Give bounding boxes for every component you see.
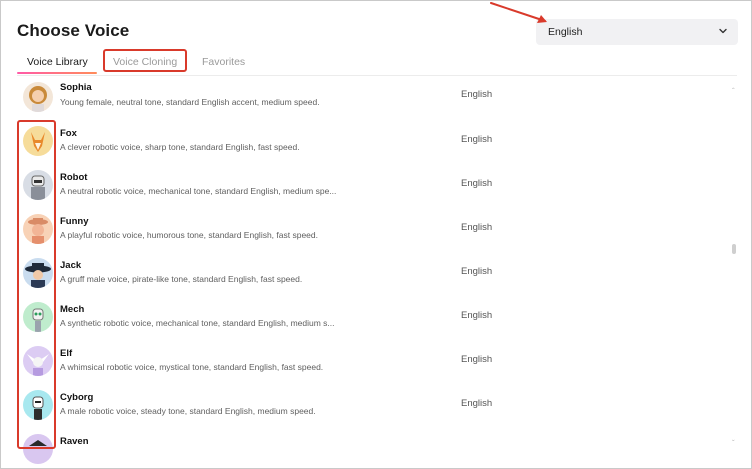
voice-description: A gruff male voice, pirate-like tone, st…: [60, 274, 303, 284]
voice-language: English: [461, 354, 493, 365]
voice-description: A male robotic voice, steady tone, stand…: [60, 406, 316, 416]
tab-voice-cloning[interactable]: Voice Cloning: [113, 56, 177, 68]
voice-description: A clever robotic voice, sharp tone, stan…: [60, 142, 300, 152]
voice-description: A neutral robotic voice, mechanical tone…: [60, 186, 337, 196]
mech-avatar-icon: [23, 302, 53, 332]
scroll-down-arrow-icon[interactable]: ˇ: [732, 439, 735, 448]
voice-name: Sophia: [60, 82, 92, 93]
cyborg-avatar-icon: [23, 390, 53, 420]
voice-row-cyborg[interactable]: Cyborg A male robotic voice, steady tone…: [1, 384, 731, 428]
chevron-down-icon: [718, 23, 728, 41]
scrollbar-thumb[interactable]: [732, 244, 736, 254]
scroll-up-arrow-icon[interactable]: ˆ: [732, 87, 735, 96]
voice-description: A playful robotic voice, humorous tone, …: [60, 230, 318, 240]
voice-language: English: [461, 134, 493, 145]
voice-tabs: Voice Library Voice Cloning Favorites: [17, 51, 737, 75]
voice-description: A whimsical robotic voice, mystical tone…: [60, 362, 324, 372]
voice-list: Sophia Young female, neutral tone, stand…: [1, 76, 737, 468]
voice-language: English: [461, 310, 493, 321]
voice-language: English: [461, 398, 493, 409]
voice-row-elf[interactable]: Elf A whimsical robotic voice, mystical …: [1, 340, 731, 384]
voice-name: Raven: [60, 436, 89, 447]
voice-row-robot[interactable]: Robot A neutral robotic voice, mechanica…: [1, 164, 731, 208]
fox-avatar-icon: [23, 126, 53, 156]
voice-name: Jack: [60, 260, 82, 271]
robot-avatar-icon: [23, 170, 53, 200]
voice-name: Robot: [60, 172, 88, 183]
voice-name: Elf: [60, 348, 73, 359]
raven-avatar-icon: [23, 434, 53, 464]
page-title: Choose Voice: [17, 21, 130, 40]
voice-language: English: [461, 89, 493, 100]
voice-language: English: [461, 266, 493, 277]
voice-name: Cyborg: [60, 392, 94, 403]
woman-avatar-icon: [23, 82, 53, 112]
funny-avatar-icon: [23, 214, 53, 244]
voice-name: Fox: [60, 128, 77, 139]
voice-description: A synthetic robotic voice, mechanical to…: [60, 318, 335, 328]
voice-row-fox[interactable]: Fox A clever robotic voice, sharp tone, …: [1, 120, 731, 164]
voice-name: Funny: [60, 216, 89, 227]
active-tab-indicator: [17, 72, 97, 74]
tab-voice-library[interactable]: Voice Library: [27, 56, 88, 68]
language-select[interactable]: English: [536, 19, 738, 45]
voice-row-sophia[interactable]: Sophia Young female, neutral tone, stand…: [1, 76, 731, 120]
voice-row-raven[interactable]: Raven: [1, 428, 731, 468]
language-select-value: English: [548, 26, 583, 38]
voice-language: English: [461, 222, 493, 233]
voice-description: Young female, neutral tone, standard Eng…: [60, 97, 320, 107]
voice-name: Mech: [60, 304, 85, 315]
pirate-avatar-icon: [23, 258, 53, 288]
voice-row-funny[interactable]: Funny A playful robotic voice, humorous …: [1, 208, 731, 252]
voice-language: English: [461, 178, 493, 189]
choose-voice-window: Choose Voice English Voice Library Voice…: [0, 0, 752, 469]
tab-favorites[interactable]: Favorites: [202, 56, 245, 68]
voice-row-mech[interactable]: Mech A synthetic robotic voice, mechanic…: [1, 296, 731, 340]
elf-avatar-icon: [23, 346, 53, 376]
voice-row-jack[interactable]: Jack A gruff male voice, pirate-like ton…: [1, 252, 731, 296]
